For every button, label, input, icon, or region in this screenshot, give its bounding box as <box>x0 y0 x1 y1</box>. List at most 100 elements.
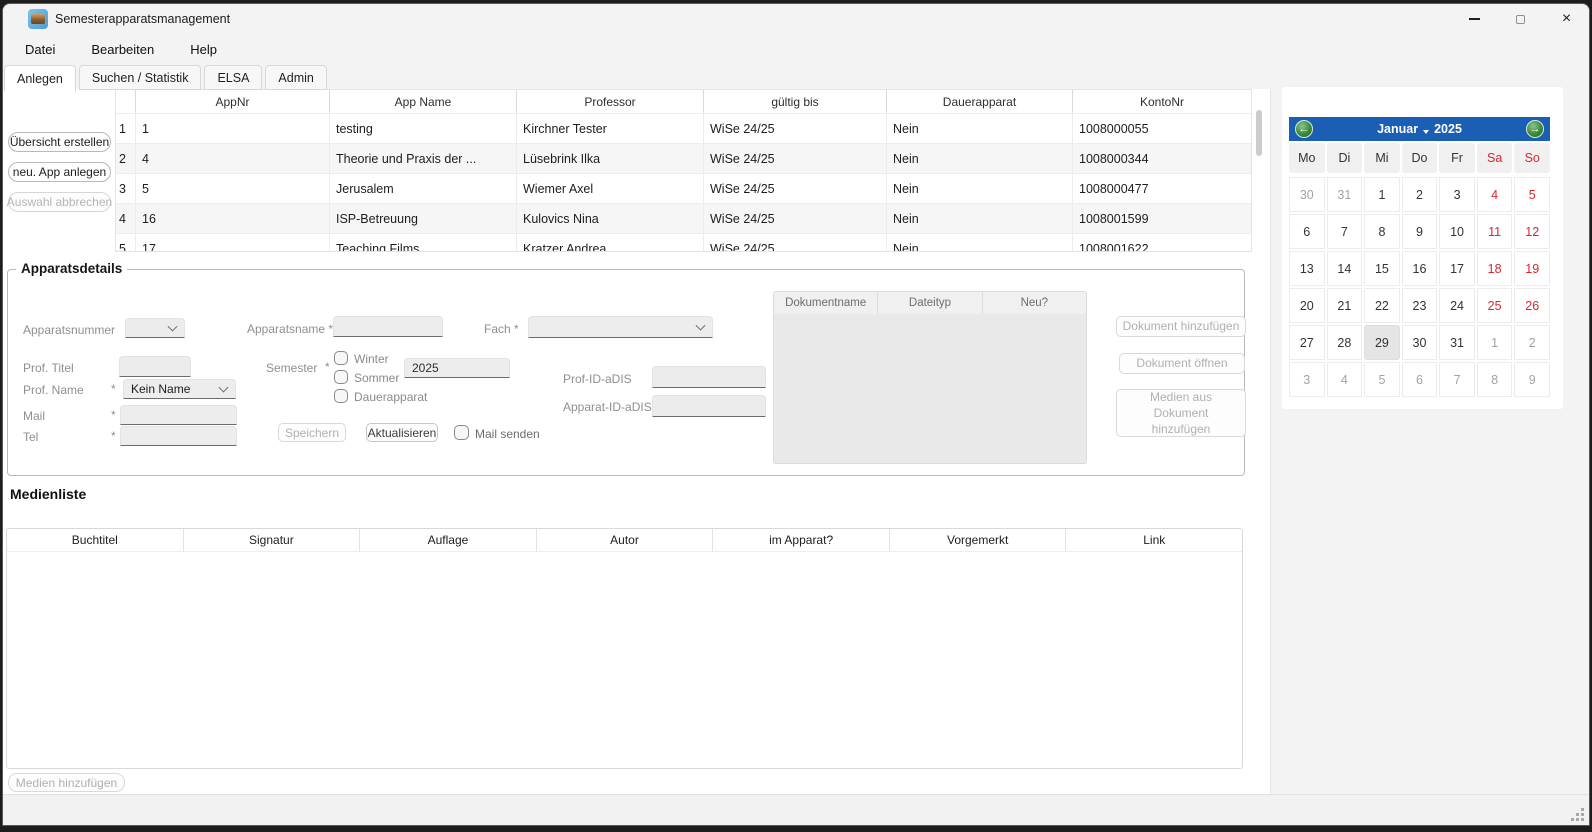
media-column-header-auflage[interactable]: Auflage <box>360 529 537 552</box>
calendar-next-button[interactable]: → <box>1526 120 1544 138</box>
calendar-day[interactable]: 1 <box>1477 325 1513 360</box>
calendar-day[interactable]: 10 <box>1439 214 1475 249</box>
mail-senden-checkbox[interactable] <box>454 425 469 440</box>
calendar-day[interactable]: 3 <box>1439 177 1475 212</box>
column-header-g-ltig-bis[interactable]: gültig bis <box>704 90 887 114</box>
fach-combobox[interactable] <box>528 316 713 338</box>
calendar-day[interactable]: 14 <box>1327 251 1363 286</box>
menu-item-bearbeiten[interactable]: Bearbeiten <box>85 39 160 60</box>
calendar-day[interactable]: 9 <box>1514 362 1550 397</box>
calendar-day[interactable]: 6 <box>1402 362 1438 397</box>
calendar-day[interactable]: 7 <box>1439 362 1475 397</box>
table-cell-dauerapparat: Nein <box>887 174 1073 204</box>
radio-sommer[interactable] <box>334 370 348 384</box>
calendar-day[interactable]: 18 <box>1477 251 1513 286</box>
calendar-month[interactable]: Januar <box>1377 122 1418 136</box>
calendar-day[interactable]: 4 <box>1477 177 1513 212</box>
calendar-day[interactable]: 6 <box>1289 214 1325 249</box>
menu-item-help[interactable]: Help <box>184 39 223 60</box>
media-column-header-autor[interactable]: Autor <box>537 529 714 552</box>
close-button[interactable]: × <box>1544 4 1589 34</box>
calendar-day[interactable]: 23 <box>1402 288 1438 323</box>
calendar-day[interactable]: 16 <box>1402 251 1438 286</box>
calendar-day[interactable]: 3 <box>1289 362 1325 397</box>
group-title: Apparatsdetails <box>16 261 127 276</box>
maximize-button[interactable] <box>1498 4 1543 34</box>
bersicht-erstellen-button[interactable]: Übersicht erstellen <box>8 132 111 152</box>
tab-anlegen[interactable]: Anlegen <box>4 65 76 92</box>
calendar-day[interactable]: 17 <box>1439 251 1475 286</box>
menubar: Datei Bearbeiten Help <box>3 34 1589 64</box>
weekday-sa: Sa <box>1477 143 1513 173</box>
calendar-day[interactable]: 31 <box>1327 177 1363 212</box>
calendar-day-today[interactable]: 29 <box>1364 325 1400 360</box>
calendar-day[interactable]: 4 <box>1327 362 1363 397</box>
table-cell-appnr: 4 <box>136 144 330 174</box>
prof-name-combobox[interactable]: Kein Name <box>123 379 236 399</box>
arrow-left-icon: ← <box>1299 124 1310 135</box>
apparatsname-input[interactable] <box>333 316 443 337</box>
table-row[interactable]: 11testingKirchner TesterWiSe 24/25Nein10… <box>116 114 1251 144</box>
media-column-header-vorgemerkt[interactable]: Vorgemerkt <box>890 529 1067 552</box>
tel-input[interactable] <box>120 426 237 446</box>
menu-item-datei[interactable]: Datei <box>19 39 61 60</box>
calendar-day[interactable]: 8 <box>1477 362 1513 397</box>
calendar-day[interactable]: 30 <box>1402 325 1438 360</box>
column-header-professor[interactable]: Professor <box>517 90 704 114</box>
table-row[interactable]: 517Teaching FilmsKratzer AndreaWiSe 24/2… <box>116 234 1251 252</box>
column-header-kontonr[interactable]: KontoNr <box>1073 90 1251 114</box>
semester-year-input[interactable]: 2025 <box>404 358 510 378</box>
calendar-day[interactable]: 30 <box>1289 177 1325 212</box>
calendar-day[interactable]: 5 <box>1364 362 1400 397</box>
calendar-day[interactable]: 7 <box>1327 214 1363 249</box>
table-row[interactable]: 35JerusalemWiemer AxelWiSe 24/25Nein1008… <box>116 174 1251 204</box>
mail-input[interactable] <box>120 405 237 425</box>
table-cell-app-name: Jerusalem <box>330 174 517 204</box>
calendar-day[interactable]: 1 <box>1364 177 1400 212</box>
calendar-day[interactable]: 12 <box>1514 214 1550 249</box>
tab-suchen-statistik[interactable]: Suchen / Statistik <box>79 65 202 90</box>
media-column-header-link[interactable]: Link <box>1066 529 1242 552</box>
calendar-prev-button[interactable]: ← <box>1295 120 1313 138</box>
calendar-day[interactable]: 2 <box>1514 325 1550 360</box>
resize-grip-icon[interactable] <box>1581 818 1584 821</box>
calendar-day[interactable]: 13 <box>1289 251 1325 286</box>
calendar-day[interactable]: 25 <box>1477 288 1513 323</box>
calendar-day[interactable]: 22 <box>1364 288 1400 323</box>
calendar-day[interactable]: 11 <box>1477 214 1513 249</box>
calendar-day[interactable]: 21 <box>1327 288 1363 323</box>
neu-app-anlegen-button[interactable]: neu. App anlegen <box>8 162 111 182</box>
calendar-day[interactable]: 8 <box>1364 214 1400 249</box>
calendar-day[interactable]: 9 <box>1402 214 1438 249</box>
table-row[interactable]: 24Theorie und Praxis der ...Lüsebrink Il… <box>116 144 1251 174</box>
calendar-day[interactable]: 27 <box>1289 325 1325 360</box>
media-table-header: BuchtitelSignaturAuflageAutorim Apparat?… <box>7 529 1242 552</box>
media-column-header-im-apparat[interactable]: im Apparat? <box>713 529 890 552</box>
calendar-day[interactable]: 2 <box>1402 177 1438 212</box>
minimize-button[interactable] <box>1452 4 1497 34</box>
calendar-day[interactable]: 24 <box>1439 288 1475 323</box>
column-header-app-name[interactable]: App Name <box>330 90 517 114</box>
column-header-appnr[interactable]: AppNr <box>136 90 330 114</box>
calendar-day[interactable]: 28 <box>1327 325 1363 360</box>
calendar-day[interactable]: 5 <box>1514 177 1550 212</box>
aktualisieren-button[interactable]: Aktualisieren <box>366 423 438 442</box>
calendar-year[interactable]: 2025 <box>1434 122 1462 136</box>
media-column-header-buchtitel[interactable]: Buchtitel <box>7 529 184 552</box>
table-row[interactable]: 416ISP-BetreuungKulovics NinaWiSe 24/25N… <box>116 204 1251 234</box>
column-header-dauerapparat[interactable]: Dauerapparat <box>887 90 1073 114</box>
calendar-day[interactable]: 15 <box>1364 251 1400 286</box>
scrollbar-thumb[interactable] <box>1256 110 1262 156</box>
calendar-day[interactable]: 19 <box>1514 251 1550 286</box>
radio-winter[interactable] <box>334 351 348 365</box>
media-column-header-signatur[interactable]: Signatur <box>184 529 361 552</box>
calendar-day[interactable]: 26 <box>1514 288 1550 323</box>
tab-elsa[interactable]: ELSA <box>204 65 262 90</box>
radio-dauerapparat[interactable] <box>334 389 348 403</box>
tab-admin[interactable]: Admin <box>265 65 326 90</box>
statusbar <box>3 794 1589 825</box>
prof-name-value: Kein Name <box>131 382 190 396</box>
calendar-day[interactable]: 20 <box>1289 288 1325 323</box>
calendar-day[interactable]: 31 <box>1439 325 1475 360</box>
apps-table-scrollbar[interactable] <box>1255 92 1263 250</box>
